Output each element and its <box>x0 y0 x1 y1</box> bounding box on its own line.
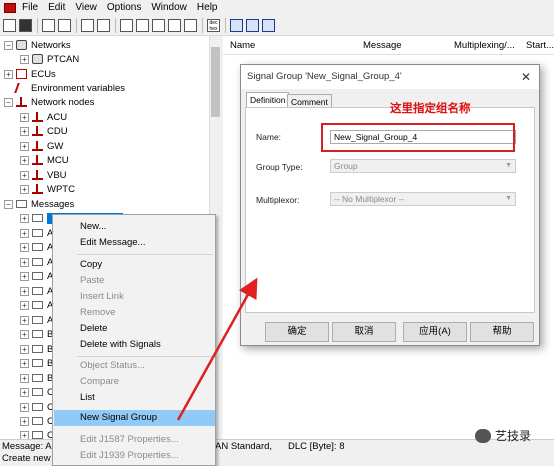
arrow-line <box>176 277 258 421</box>
watermark-text: 艺技录 <box>495 429 532 443</box>
watermark: 艺技录 <box>475 427 531 444</box>
annotation-arrow <box>176 277 258 421</box>
wechat-icon <box>475 428 491 443</box>
